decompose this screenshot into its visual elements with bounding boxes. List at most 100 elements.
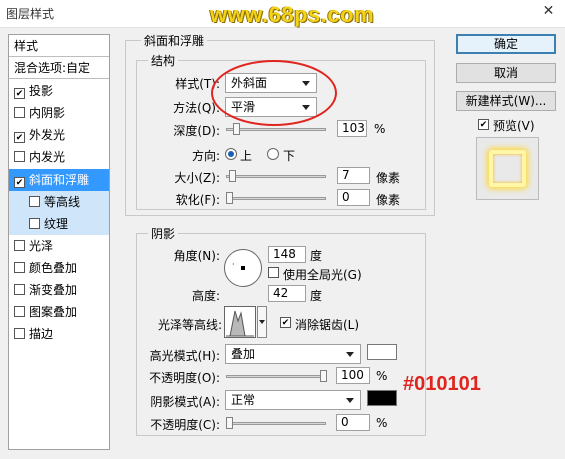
preview-label[interactable]: 预览(V) — [493, 117, 535, 134]
inner-glow-checkbox[interactable] — [14, 151, 25, 162]
pattern-overlay-checkbox[interactable] — [14, 306, 25, 317]
direction-up-radio[interactable] — [225, 148, 237, 160]
shadow-opacity-unit: % — [376, 416, 388, 430]
direction-up-label[interactable]: 上 — [240, 147, 252, 164]
global-light-checkbox[interactable] — [268, 267, 279, 278]
size-slider-thumb[interactable] — [229, 170, 236, 182]
depth-input[interactable]: 103 — [337, 120, 367, 137]
depth-unit: % — [374, 122, 386, 136]
direction-down-radio[interactable] — [267, 148, 279, 160]
shadow-opacity-input[interactable]: 0 — [336, 414, 370, 431]
shadow-mode-select[interactable]: 正常 — [225, 390, 361, 410]
gradient-overlay-checkbox[interactable] — [14, 284, 25, 295]
highlight-opacity-input[interactable]: 100 — [336, 367, 370, 384]
texture-checkbox[interactable] — [29, 218, 40, 229]
bevel-emboss-checkbox[interactable] — [14, 177, 25, 188]
close-button[interactable]: ✕ — [532, 0, 565, 22]
direction-down-label[interactable]: 下 — [283, 147, 295, 164]
highlight-mode-value: 叠加 — [231, 347, 256, 361]
contour-curve-icon — [226, 310, 254, 337]
style-item-stroke[interactable]: 描边 — [9, 323, 109, 345]
angle-dial[interactable]: · — [224, 249, 262, 287]
blending-options-item[interactable]: 混合选项:自定 — [9, 57, 109, 79]
style-item-drop-shadow[interactable]: 投影 — [9, 80, 109, 102]
style-item-label: 内阴影 — [29, 106, 66, 120]
soften-slider-track[interactable] — [226, 197, 326, 200]
gloss-contour-label: 光泽等高线: — [157, 318, 222, 332]
preview-thumbnail — [476, 137, 539, 200]
soften-label: 软化(F): — [175, 193, 220, 207]
soften-slider-thumb[interactable] — [226, 192, 233, 204]
soften-unit: 像素 — [376, 193, 401, 207]
cancel-button[interactable]: 取消 — [456, 63, 556, 83]
style-item-outer-glow[interactable]: 外发光 — [9, 124, 109, 146]
angle-label: 角度(N): — [173, 249, 220, 263]
contour-checkbox[interactable] — [29, 196, 40, 207]
ok-button[interactable]: 确定 — [456, 34, 556, 54]
style-item-inner-glow[interactable]: 内发光 — [9, 146, 109, 168]
style-item-label: 颜色叠加 — [29, 261, 78, 275]
highlight-mode-select[interactable]: 叠加 — [225, 344, 361, 364]
outer-glow-checkbox[interactable] — [14, 132, 25, 143]
structure-title: 结构 — [148, 52, 179, 69]
preview-glow-square — [489, 150, 526, 187]
soften-input[interactable]: 0 — [337, 189, 370, 206]
highlight-ellipse — [211, 60, 337, 126]
title-bar: 图层样式 www.68ps.com ✕ — [0, 0, 565, 28]
altitude-label: 高度: — [191, 289, 220, 303]
highlight-color-swatch[interactable] — [367, 344, 397, 360]
global-light-label[interactable]: 使用全局光(G) — [283, 266, 362, 283]
style-item-color-overlay[interactable]: 颜色叠加 — [9, 257, 109, 279]
color-annotation: #010101 — [403, 373, 481, 395]
depth-slider-track[interactable] — [226, 128, 326, 131]
shadow-opacity-slider-thumb[interactable] — [226, 417, 233, 429]
angle-input[interactable]: 148 — [268, 246, 306, 263]
style-item-texture[interactable]: 纹理 — [9, 213, 109, 235]
style-item-label: 等高线 — [44, 195, 81, 209]
watermark: www.68ps.com — [210, 2, 375, 27]
shadow-color-swatch[interactable] — [367, 390, 397, 406]
highlight-opacity-slider-track[interactable] — [226, 375, 326, 378]
style-item-gradient-overlay[interactable]: 渐变叠加 — [9, 279, 109, 301]
style-list-header[interactable]: 样式 — [9, 35, 109, 57]
style-item-pattern-overlay[interactable]: 图案叠加 — [9, 301, 109, 323]
color-overlay-checkbox[interactable] — [14, 262, 25, 273]
inner-shadow-checkbox[interactable] — [14, 107, 25, 118]
size-input[interactable]: 7 — [337, 167, 370, 184]
window-title: 图层样式 — [6, 7, 55, 21]
style-item-label: 内发光 — [29, 150, 66, 164]
stroke-checkbox[interactable] — [14, 328, 25, 339]
preview-checkbox[interactable] — [478, 119, 489, 130]
drop-shadow-checkbox[interactable] — [14, 88, 25, 99]
shadow-opacity-label: 不透明度(C): — [150, 418, 220, 432]
style-list: 样式 混合选项:自定 投影 内阴影 外发光 内发光 斜面和浮雕 等高线 纹理 光… — [8, 34, 110, 450]
chevron-down-icon — [346, 398, 354, 403]
style-item-label: 图案叠加 — [29, 305, 78, 319]
size-slider-track[interactable] — [226, 175, 326, 178]
depth-label: 深度(D): — [173, 124, 220, 138]
style-item-inner-shadow[interactable]: 内阴影 — [9, 102, 109, 124]
depth-slider-thumb[interactable] — [233, 123, 240, 135]
new-style-button[interactable]: 新建样式(W)... — [456, 91, 556, 111]
style-item-label: 外发光 — [29, 128, 66, 142]
style-item-satin[interactable]: 光泽 — [9, 235, 109, 257]
highlight-opacity-slider-thumb[interactable] — [320, 370, 327, 382]
anti-aliased-label[interactable]: 消除锯齿(L) — [295, 316, 359, 333]
satin-checkbox[interactable] — [14, 240, 25, 251]
size-unit: 像素 — [376, 171, 401, 185]
shadow-mode-label: 阴影模式(A): — [150, 395, 220, 409]
direction-label: 方向: — [191, 149, 220, 163]
gloss-contour-dropdown[interactable] — [257, 306, 267, 338]
style-label: 样式(T): — [175, 77, 220, 91]
chevron-down-icon — [346, 352, 354, 357]
shading-title: 阴影 — [148, 225, 179, 242]
altitude-input[interactable]: 42 — [268, 285, 306, 302]
style-item-contour[interactable]: 等高线 — [9, 191, 109, 213]
anti-aliased-checkbox[interactable] — [280, 317, 291, 328]
style-item-bevel-emboss[interactable]: 斜面和浮雕 — [9, 169, 109, 191]
gloss-contour-thumbnail[interactable] — [224, 306, 256, 338]
technique-label: 方法(Q): — [173, 101, 220, 115]
shadow-opacity-slider-track[interactable] — [226, 422, 326, 425]
chevron-down-icon — [259, 320, 265, 324]
style-item-label: 纹理 — [44, 217, 69, 231]
